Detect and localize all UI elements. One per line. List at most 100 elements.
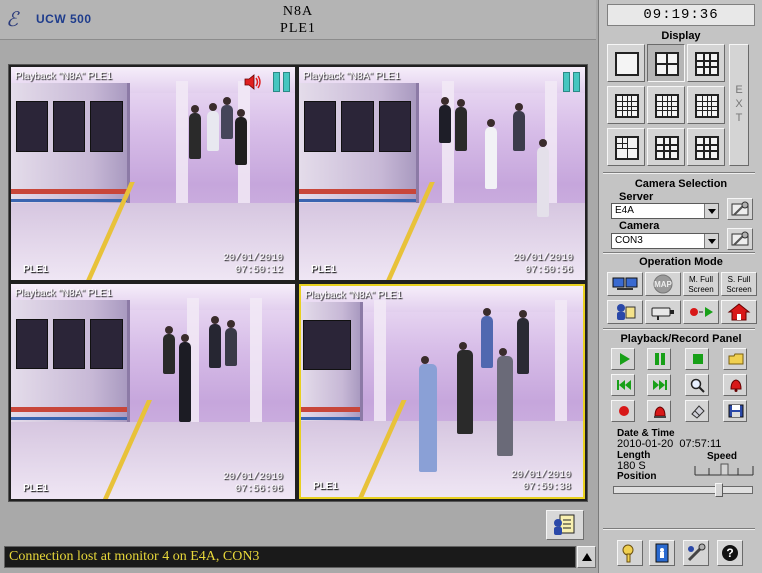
tile-camera-name: PLE1 — [313, 481, 339, 492]
rewind-button[interactable] — [611, 374, 635, 396]
camera-label: Camera — [619, 220, 660, 232]
speed-slider[interactable] — [693, 462, 755, 476]
key-icon — [622, 544, 634, 563]
magnifier-icon — [690, 378, 705, 393]
operator-icon — [617, 304, 636, 320]
layout-1x1-button[interactable] — [607, 44, 645, 82]
speaker-icon[interactable] — [243, 72, 263, 92]
tile-date: 20/01/2010 — [510, 470, 571, 481]
home-button[interactable] — [721, 300, 757, 324]
help-button[interactable]: ? — [717, 540, 743, 566]
folder-icon — [728, 353, 744, 365]
ext-label: EXT — [730, 83, 748, 125]
alarm-record-button[interactable] — [647, 400, 671, 422]
layout-1-plus-12-button[interactable] — [687, 128, 725, 166]
status-scroll-up-button[interactable] — [577, 546, 596, 568]
camera-selection-title: Camera Selection — [634, 178, 728, 190]
layout-1-plus-3-button[interactable] — [607, 128, 645, 166]
chevron-down-icon — [704, 204, 718, 218]
server-select[interactable]: E4A — [611, 203, 719, 219]
camera-title: PLE1 — [280, 21, 316, 36]
video-tile-4[interactable]: Playback "N8A" PLE1 PLE1 20/01/2010 07:5… — [299, 284, 585, 499]
ext-label-text: EXT — [735, 84, 743, 124]
position-slider-thumb[interactable] — [715, 483, 723, 497]
license-key-button[interactable] — [617, 540, 643, 566]
multi-monitor-button[interactable] — [607, 272, 643, 296]
server-label: Server — [619, 191, 654, 203]
camera-view-button[interactable] — [645, 300, 681, 324]
erase-button[interactable] — [685, 400, 709, 422]
svg-text:?: ? — [726, 546, 733, 560]
display-title: Display — [661, 30, 701, 42]
alarm-button[interactable] — [723, 374, 747, 396]
video-frame — [299, 67, 585, 280]
fast-forward-button[interactable] — [647, 374, 671, 396]
layout-4x4-alt-button[interactable] — [647, 86, 685, 124]
layout-mixed-icon — [655, 136, 679, 160]
server-select-value: E4A — [615, 205, 634, 216]
tile-camera-name: PLE1 — [23, 483, 49, 494]
logout-button[interactable] — [649, 540, 675, 566]
video-tile-3[interactable]: Playback "N8A" PLE1 PLE1 20/01/2010 07:5… — [11, 284, 295, 499]
layout-mixed-icon — [615, 136, 639, 160]
tile-camera-name: PLE1 — [311, 264, 337, 275]
camera-config-button[interactable] — [727, 228, 753, 250]
s-full-screen-button[interactable]: S. Full Screen — [721, 272, 757, 296]
video-tile-1[interactable]: Playback "N8A" PLE1 PLE1 20/01/2010 07:5… — [11, 67, 295, 280]
video-frame — [11, 67, 295, 280]
fast-forward-icon — [653, 380, 667, 390]
tile-date: 20/01/2010 — [222, 253, 283, 264]
operation-mode-title: Operation Mode — [639, 256, 723, 268]
status-indicator-icon — [283, 72, 290, 92]
status-message: Connection lost at monitor 4 on E4A, CON… — [9, 549, 260, 564]
m-full-screen-label: M. Full Screen — [688, 275, 714, 294]
server-config-button[interactable] — [727, 198, 753, 220]
zoom-button[interactable] — [685, 374, 709, 396]
alarm-bell-icon — [730, 379, 742, 392]
open-folder-button[interactable] — [723, 348, 747, 370]
status-indicator-icon — [573, 72, 580, 92]
map-button[interactable]: MAP — [645, 272, 681, 296]
layout-5x5-button[interactable] — [687, 86, 725, 124]
record-play-icon — [690, 307, 713, 317]
exit-door-icon — [655, 543, 669, 563]
layout-2x2-button[interactable] — [647, 44, 685, 82]
record-button[interactable] — [611, 400, 635, 422]
monitors-icon — [612, 277, 638, 290]
tile-source-label: Playback "N8A" PLE1 — [15, 71, 113, 82]
status-bar: Connection lost at monitor 4 on E4A, CON… — [4, 546, 576, 568]
camera-select[interactable]: CON3 — [611, 233, 719, 249]
layout-4x4-button[interactable] — [607, 86, 645, 124]
record-play-mode-button[interactable] — [683, 300, 719, 324]
video-tile-2[interactable]: Playback "N8A" PLE1 PLE1 20/01/2010 07:5… — [299, 67, 585, 280]
video-frame — [11, 284, 295, 499]
date-time-value: 2010-01-20 07:57:11 — [617, 438, 722, 450]
layout-1-plus-7-button[interactable] — [647, 128, 685, 166]
settings-button[interactable] — [683, 540, 709, 566]
app-header: ℰ UCW 500 N8A PLE1 — [0, 0, 596, 40]
cctv-camera-icon — [651, 307, 674, 320]
speed-slider-thumb[interactable] — [720, 463, 729, 476]
position-slider[interactable] — [613, 483, 753, 497]
tile-date: 20/01/2010 — [512, 253, 573, 264]
save-button[interactable] — [723, 400, 747, 422]
tile-date: 20/01/2010 — [222, 472, 283, 483]
play-button[interactable] — [611, 348, 635, 370]
stop-button[interactable] — [685, 348, 709, 370]
stop-icon — [693, 354, 703, 364]
report-document-icon — [554, 514, 575, 535]
chevron-down-icon — [704, 234, 718, 248]
tile-source-label: Playback "N8A" PLE1 — [305, 290, 403, 301]
layout-3x3-button[interactable] — [687, 44, 725, 82]
layout-4x4-icon — [615, 94, 639, 118]
layout-2x2-icon — [655, 52, 679, 76]
m-full-screen-button[interactable]: M. Full Screen — [683, 272, 719, 296]
operator-button[interactable] — [607, 300, 643, 324]
pause-button[interactable] — [647, 348, 671, 370]
ext-button[interactable]: EXT — [729, 44, 749, 166]
report-button[interactable] — [546, 510, 584, 540]
record-icon — [619, 406, 629, 416]
tile-source-label: Playback "N8A" PLE1 — [303, 71, 401, 82]
layout-3x3-icon — [695, 52, 719, 76]
video-frame — [301, 286, 583, 497]
